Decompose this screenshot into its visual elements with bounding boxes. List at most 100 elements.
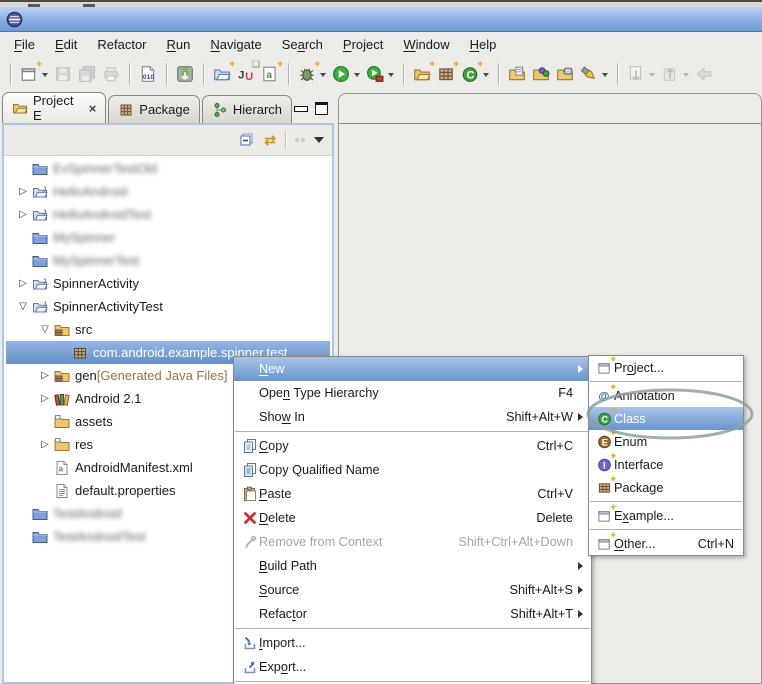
project-explorer-icon	[12, 100, 28, 116]
svg-text:010: 010	[143, 74, 155, 81]
submenu-arrow-icon	[578, 586, 587, 594]
menu-navigate[interactable]: Navigate	[200, 34, 271, 55]
tree-row-src[interactable]: ▽ src	[6, 318, 330, 341]
back-button[interactable]	[695, 61, 713, 87]
tree-row-spinneractivity[interactable]: ▷ J SpinnerActivity	[6, 272, 330, 295]
menu-file[interactable]: File	[4, 34, 45, 55]
link-with-editor-icon[interactable]: ⇄	[264, 133, 276, 147]
context-menu-item-import[interactable]: Import...	[234, 631, 591, 655]
menu-window[interactable]: Window	[393, 34, 459, 55]
expander-expanded-icon[interactable]: ▽	[14, 301, 32, 312]
expander-collapsed-icon[interactable]: ▷	[14, 209, 32, 220]
search-flashlight-icon	[580, 65, 598, 83]
new-submenu: ✦ Project... @✦ Annotation C✦ Class E✦ E…	[588, 355, 744, 556]
submenu-item-package[interactable]: ✦ Package	[589, 476, 743, 499]
submenu-item-other[interactable]: ✦ Other... Ctrl+N	[589, 532, 743, 555]
search-dropdown[interactable]	[580, 61, 608, 87]
remove-from-context-icon	[242, 534, 258, 550]
minimize-icon[interactable]	[294, 106, 308, 112]
maximize-icon[interactable]	[315, 102, 328, 115]
tab-package[interactable]: Package	[108, 95, 200, 123]
copy-qualified-name-icon	[242, 462, 258, 478]
menu-project[interactable]: Project	[333, 34, 393, 55]
context-menu-item-new[interactable]: New	[234, 357, 591, 381]
expander-collapsed-icon[interactable]: ▷	[36, 370, 54, 381]
menu-run[interactable]: Run	[157, 34, 201, 55]
menu-help[interactable]: Help	[460, 34, 507, 55]
context-menu-item-open-type-hierarchy[interactable]: Open Type Hierarchy F4	[234, 381, 591, 405]
submenu-item-interface[interactable]: I✦ Interface	[589, 453, 743, 476]
library-icon	[54, 391, 70, 407]
tab-project-explorer[interactable]: Project E ×	[2, 92, 106, 123]
expander-collapsed-icon[interactable]: ▷	[14, 278, 32, 289]
submenu-item-example[interactable]: ✦ Example...	[589, 504, 743, 527]
folder-closed-icon	[32, 230, 48, 246]
new-wizard-icon: ✦	[597, 536, 612, 551]
submenu-item-project[interactable]: ✦ Project...	[589, 356, 743, 379]
submenu-arrow-icon	[578, 413, 587, 421]
menu-refactor[interactable]: Refactor	[87, 34, 156, 55]
import-icon	[242, 635, 258, 651]
folder-closed-icon	[32, 506, 48, 522]
view-menu-chevron-icon[interactable]	[314, 137, 324, 148]
delete-icon	[242, 510, 258, 526]
save-all-button[interactable]	[78, 61, 96, 87]
interface-icon: I✦	[597, 457, 612, 472]
tree-row-decoration: [Generated Java Files]	[97, 368, 228, 383]
context-menu-item-refactor[interactable]: Refactor Shift+Alt+T	[234, 602, 591, 626]
binary-file-button[interactable]: 010	[139, 61, 157, 87]
android-sdk-button[interactable]	[176, 61, 194, 87]
new-class-dropdown[interactable]: C✦	[461, 61, 489, 87]
submenu-item-class[interactable]: C✦ Class	[589, 407, 743, 430]
external-tools-dropdown[interactable]	[366, 61, 394, 87]
open-task-button[interactable]	[508, 61, 526, 87]
context-menu-item-export[interactable]: Export...	[234, 655, 591, 679]
menu-edit[interactable]: Edit	[45, 34, 87, 55]
new-android-project-button[interactable]: a✦	[261, 61, 279, 87]
new-wizard-dropdown[interactable]: ✦	[20, 61, 48, 87]
submenu-item-enum[interactable]: E✦ Enum	[589, 430, 743, 453]
svg-text:J: J	[238, 69, 244, 81]
save-button[interactable]	[54, 61, 72, 87]
chevron-down-icon	[354, 73, 360, 80]
hierarchy-view-icon	[212, 102, 228, 118]
print-button[interactable]	[102, 61, 120, 87]
tab-hierarchy[interactable]: Hierarch	[202, 95, 292, 123]
context-menu-item-delete[interactable]: Delete Delete	[234, 506, 591, 530]
new-java-project-button-2[interactable]: ✦	[413, 61, 431, 87]
context-menu-item-copy[interactable]: Copy Ctrl+C	[234, 434, 591, 458]
open-resource-button[interactable]	[556, 61, 574, 87]
panel-window-buttons	[294, 102, 334, 123]
expander-collapsed-icon[interactable]: ▷	[14, 186, 32, 197]
main-toolbar: ✦ 010 ✦ JU❏ a✦ ✦ ✦ ✦ C✦	[0, 56, 762, 91]
context-menu-item-copy-qualified-name[interactable]: Copy Qualified Name	[234, 458, 591, 482]
tree-row[interactable]: EvSpinnerTestOld	[6, 157, 330, 180]
run-dropdown[interactable]	[332, 61, 360, 87]
debug-dropdown[interactable]: ✦	[298, 61, 326, 87]
tree-row[interactable]: MySpinnerTest	[6, 249, 330, 272]
expander-collapsed-icon[interactable]: ▷	[36, 393, 54, 404]
context-menu-item-source[interactable]: Source Shift+Alt+S	[234, 578, 591, 602]
tree-row[interactable]: ▷ J HelloAndroid	[6, 180, 330, 203]
collapse-all-icon[interactable]	[239, 132, 255, 148]
tree-row-spinneractivitytest[interactable]: ▽ J SpinnerActivityTest	[6, 295, 330, 318]
context-menu-item-paste[interactable]: Paste Ctrl+V	[234, 482, 591, 506]
submenu-arrow-icon	[578, 365, 587, 373]
expander-collapsed-icon[interactable]: ▷	[36, 439, 54, 450]
close-icon[interactable]: ×	[89, 102, 97, 115]
tree-row[interactable]: MySpinner	[6, 226, 330, 249]
last-edit-location-button[interactable]	[627, 61, 655, 87]
go-into-button[interactable]	[661, 61, 689, 87]
new-java-project-button[interactable]: ✦	[213, 61, 231, 87]
open-type-button[interactable]	[532, 61, 550, 87]
junit-button[interactable]: JU❏	[237, 61, 255, 87]
context-menu-item-build-path[interactable]: Build Path	[234, 554, 591, 578]
expander-expanded-icon[interactable]: ▽	[36, 324, 54, 335]
menu-separator	[235, 628, 590, 629]
tree-row[interactable]: ▷ J HelloAndroidTest	[6, 203, 330, 226]
new-package-button[interactable]: ✦	[437, 61, 455, 87]
context-menu-item-show-in[interactable]: Show In Shift+Alt+W	[234, 405, 591, 429]
menu-search[interactable]: Search	[272, 34, 333, 55]
svg-text:E: E	[602, 437, 608, 447]
submenu-item-annotation[interactable]: @✦ Annotation	[589, 384, 743, 407]
